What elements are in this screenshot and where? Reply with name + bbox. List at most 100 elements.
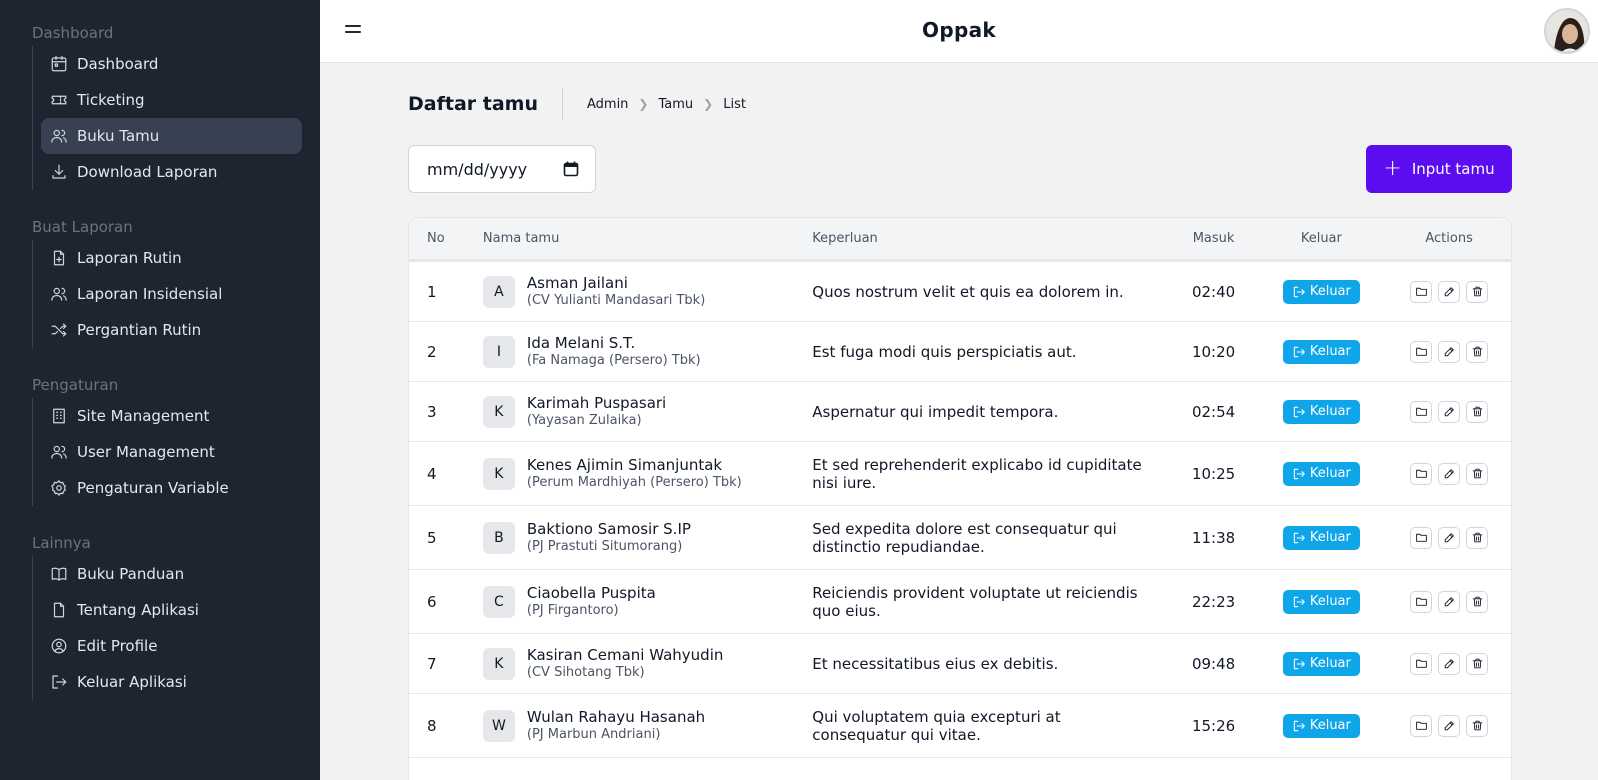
sidebar-item-keluar-aplikasi[interactable]: Keluar Aplikasi	[41, 664, 302, 700]
keluar-button[interactable]: Keluar	[1282, 713, 1360, 738]
cell-keperluan: Quos nostrum velit et quis ea dolorem in…	[812, 282, 1124, 301]
delete-button[interactable]	[1466, 400, 1489, 423]
guest-name-block: Kasiran Cemani Wahyudin (CV Sihotang Tbk…	[527, 646, 723, 681]
delete-button[interactable]	[1466, 280, 1489, 303]
nav-section-title: Buat Laporan	[32, 218, 133, 236]
user-avatar[interactable]	[1544, 8, 1590, 54]
keluar-button[interactable]: Keluar	[1282, 339, 1360, 364]
edit-button[interactable]	[1438, 590, 1461, 613]
table-row: 5 B Baktiono Samosir S.IP (PJ Prastuti S…	[409, 506, 1511, 570]
guest-initial-avatar: A	[482, 275, 515, 308]
delete-button[interactable]	[1466, 590, 1489, 613]
sidebar-item-user-management[interactable]: User Management	[41, 434, 302, 470]
col-header-keperluan: Keperluan	[812, 231, 878, 246]
delete-button[interactable]	[1466, 526, 1489, 549]
edit-button[interactable]	[1438, 462, 1461, 485]
guest-organization: (CV Yulianti Mandasari Tbk)	[526, 293, 706, 308]
sidebar-item-buku-panduan[interactable]: Buku Panduan	[41, 556, 302, 592]
view-button[interactable]	[1410, 280, 1433, 303]
keluar-button[interactable]: Keluar	[1282, 279, 1360, 304]
sidebar-item-laporan-rutin[interactable]: Laporan Rutin	[41, 240, 302, 276]
col-header-no: No	[427, 231, 445, 246]
cell-actions	[1387, 400, 1511, 423]
keluar-button[interactable]: Keluar	[1282, 461, 1360, 486]
cell-keperluan: Aspernatur qui impedit tempora.	[812, 402, 1059, 421]
edit-button[interactable]	[1438, 400, 1461, 423]
trash-icon	[1472, 468, 1482, 479]
guest-organization: (Perum Mardhiyah (Persero) Tbk)	[526, 475, 742, 490]
cell-keluar: Keluar	[1255, 525, 1387, 550]
view-button[interactable]	[1410, 526, 1433, 549]
guest-name-block: Ida Melani S.T. (Fa Namaga (Persero) Tbk…	[527, 334, 701, 369]
view-button[interactable]	[1410, 340, 1433, 363]
sidebar-item-buku-tamu[interactable]: Buku Tamu	[41, 118, 302, 154]
sidebar-item-pergantian-rutin[interactable]: Pergantian Rutin	[41, 312, 302, 348]
cell-keperluan: Reiciendis provident voluptate ut reicie…	[812, 583, 1138, 620]
sidebar-item-dashboard[interactable]: Dashboard	[41, 46, 302, 82]
sidebar-item-tentang-aplikasi[interactable]: Tentang Aplikasi	[41, 592, 302, 628]
sidebar-item-laporan-insidensial[interactable]: Laporan Insidensial	[41, 276, 302, 312]
cell-nama: W Wulan Rahayu Hasanah (PJ Marbun Andria…	[482, 708, 812, 743]
guest-name: Baktiono Samosir S.IP	[526, 520, 691, 538]
sidebar-item-site-management[interactable]: Site Management	[41, 398, 302, 434]
delete-button[interactable]	[1466, 462, 1489, 485]
edit-button[interactable]	[1438, 280, 1461, 303]
app-title: Oppak	[922, 18, 996, 42]
guest-initial-avatar: I	[482, 335, 515, 368]
cell-actions	[1387, 590, 1511, 613]
guest-initial-avatar: K	[482, 457, 515, 490]
sidebar-item-download-laporan[interactable]: Download Laporan	[41, 154, 302, 190]
col-header-nama: Nama tamu	[482, 231, 560, 246]
keluar-label: Keluar	[1309, 404, 1351, 419]
breadcrumb-admin[interactable]: Admin	[587, 97, 628, 112]
view-button[interactable]	[1410, 400, 1433, 423]
users-icon	[49, 126, 69, 146]
edit-button[interactable]	[1438, 714, 1461, 737]
delete-button[interactable]	[1466, 714, 1489, 737]
logout-icon	[1293, 468, 1305, 479]
sidebar-item-edit-profile[interactable]: Edit Profile	[41, 628, 302, 664]
input-tamu-button[interactable]: + Input tamu	[1366, 145, 1512, 193]
breadcrumb-tamu[interactable]: Tamu	[658, 97, 693, 112]
calendar-icon[interactable]	[563, 161, 579, 177]
chevron-right-icon: ❯	[703, 97, 714, 111]
view-button[interactable]	[1410, 652, 1433, 675]
cell-no: 1	[427, 282, 437, 301]
delete-button[interactable]	[1466, 340, 1489, 363]
sidebar-item-label: Download Laporan	[77, 163, 218, 181]
view-button[interactable]	[1410, 462, 1433, 485]
cell-no: 5	[427, 528, 437, 547]
keluar-button[interactable]: Keluar	[1282, 525, 1360, 550]
date-filter-input[interactable]: mm/dd/yyyy	[408, 145, 596, 193]
cell-masuk: 02:54	[1191, 402, 1236, 421]
delete-button[interactable]	[1466, 652, 1489, 675]
chevron-right-icon: ❯	[638, 97, 649, 111]
edit-button[interactable]	[1438, 340, 1461, 363]
sidebar-item-pengaturan-variable[interactable]: Pengaturan Variable	[41, 470, 302, 506]
view-button[interactable]	[1410, 714, 1433, 737]
sidebar-item-label: Pergantian Rutin	[77, 321, 202, 339]
cell-actions	[1387, 714, 1511, 737]
nav-list: Buku Panduan Tentang Aplikasi Edit Profi…	[32, 556, 320, 700]
nav-list: Laporan Rutin Laporan Insidensial Pergan…	[32, 240, 320, 348]
trash-icon	[1472, 286, 1482, 297]
view-button[interactable]	[1410, 590, 1433, 613]
keluar-button[interactable]: Keluar	[1282, 589, 1360, 614]
edit-button[interactable]	[1438, 652, 1461, 675]
keluar-button[interactable]: Keluar	[1282, 651, 1360, 676]
sidebar-item-ticketing[interactable]: Ticketing	[41, 82, 302, 118]
table-row: 8 W Wulan Rahayu Hasanah (PJ Marbun Andr…	[409, 694, 1511, 758]
edit-button[interactable]	[1438, 526, 1461, 549]
breadcrumb-list: List	[723, 96, 746, 112]
table-row: 6 C Ciaobella Puspita (PJ Firgantoro) Re…	[409, 570, 1511, 634]
cell-actions	[1387, 652, 1511, 675]
table-header: No Nama tamu Keperluan Masuk Keluar Acti…	[409, 218, 1511, 262]
shuffle-icon	[49, 320, 69, 340]
calendar-icon	[49, 54, 69, 74]
edit-icon	[1444, 597, 1454, 607]
guest-organization: (CV Sihotang Tbk)	[526, 665, 645, 680]
guest-name-block: Wulan Rahayu Hasanah (PJ Marbun Andriani…	[527, 708, 705, 743]
guest-initial-avatar: K	[482, 395, 515, 428]
keluar-button[interactable]: Keluar	[1282, 399, 1360, 424]
nav-section: Buat Laporan Laporan Rutin Laporan Insid…	[0, 216, 320, 348]
